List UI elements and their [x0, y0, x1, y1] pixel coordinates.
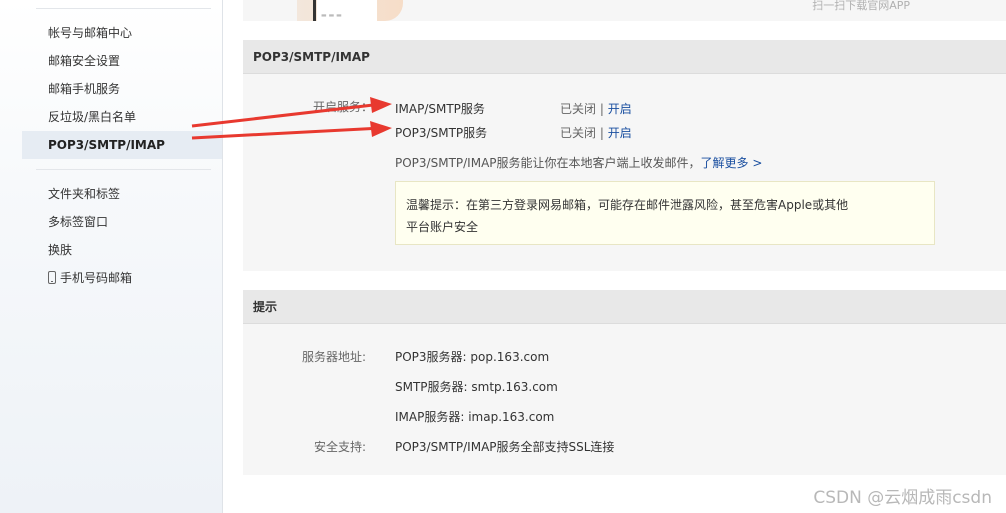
tips-panel: 提示 服务器地址: POP3服务器: pop.163.com SMTP服务器: …	[243, 290, 1006, 475]
panel-title: 提示	[243, 290, 1006, 324]
mobile-phone-icon	[48, 271, 56, 284]
service-description: POP3/SMTP/IMAP服务能让你在本地客户端上收发邮件，了解更多 >	[395, 154, 762, 171]
pop3-server-address: POP3服务器: pop.163.com	[395, 350, 550, 364]
sidebar-item-label: 手机号码邮箱	[60, 271, 133, 285]
sidebar-item-phone-mailbox[interactable]: 手机号码邮箱	[22, 264, 222, 292]
csdn-watermark: CSDN @云烟成雨csdn	[813, 488, 992, 508]
sidebar-item-account-center[interactable]: 帐号与邮箱中心	[22, 19, 222, 47]
sidebar-item-multi-tab[interactable]: 多标签窗口	[22, 208, 222, 236]
app-download-banner: ▬ ▬ ▬ 扫一扫下载官网APP	[243, 0, 1006, 21]
security-warning-box: 温馨提示：在第三方登录网易邮箱，可能存在邮件泄露风险，甚至危害Apple或其他 …	[395, 181, 935, 245]
enable-pop3-smtp-link[interactable]: 开启	[608, 126, 632, 140]
imap-server-address: IMAP服务器: imap.163.com	[395, 410, 555, 424]
description-text: POP3/SMTP/IMAP服务能让你在本地客户端上收发邮件，	[395, 156, 701, 170]
separator: |	[599, 126, 604, 140]
service-status-imap-smtp: 已关闭 | 开启	[560, 100, 632, 117]
separator: |	[599, 102, 604, 116]
sidebar-item-skin[interactable]: 换肤	[22, 236, 222, 264]
security-support-text: POP3/SMTP/IMAP服务全部支持SSL连接	[395, 440, 615, 454]
app-promo-image: ▬ ▬ ▬	[297, 0, 403, 21]
service-name-imap-smtp: IMAP/SMTP服务	[395, 102, 485, 116]
download-app-text: 扫一扫下载官网APP	[812, 0, 910, 12]
service-label: 开启服务：	[313, 100, 374, 114]
smtp-server-address: SMTP服务器: smtp.163.com	[395, 380, 558, 394]
warning-line-2: 平台账户安全	[406, 220, 479, 234]
panel-title: POP3/SMTP/IMAP	[243, 40, 1006, 74]
warning-line-1: 温馨提示：在第三方登录网易邮箱，可能存在邮件泄露风险，甚至危害Apple或其他	[406, 198, 849, 212]
learn-more-link[interactable]: 了解更多 >	[701, 156, 763, 170]
security-support-label: 安全支持:	[314, 440, 367, 454]
sidebar-item-pop3-smtp-imap[interactable]: POP3/SMTP/IMAP	[22, 131, 222, 159]
status-text: 已关闭	[560, 102, 597, 116]
sidebar-divider	[36, 8, 211, 9]
pop3-smtp-imap-panel: POP3/SMTP/IMAP 开启服务： IMAP/SMTP服务 已关闭 | 开…	[243, 40, 1006, 271]
enable-imap-smtp-link[interactable]: 开启	[608, 102, 632, 116]
status-text: 已关闭	[560, 126, 597, 140]
sidebar-item-mobile-service[interactable]: 邮箱手机服务	[22, 75, 222, 103]
service-status-pop3-smtp: 已关闭 | 开启	[560, 124, 632, 141]
phone-screen-lines: ▬ ▬ ▬	[321, 12, 342, 19]
sidebar-item-folders-labels[interactable]: 文件夹和标签	[22, 180, 222, 208]
service-name-pop3-smtp: POP3/SMTP服务	[395, 126, 488, 140]
server-address-label: 服务器地址:	[302, 350, 367, 364]
settings-sidebar: 帐号与邮箱中心 邮箱安全设置 邮箱手机服务 反垃圾/黑白名单 POP3/SMTP…	[0, 0, 223, 513]
sidebar-item-mail-security[interactable]: 邮箱安全设置	[22, 47, 222, 75]
sidebar-divider	[36, 169, 211, 170]
sidebar-item-antispam[interactable]: 反垃圾/黑白名单	[22, 103, 222, 131]
phone-illustration	[313, 0, 316, 21]
